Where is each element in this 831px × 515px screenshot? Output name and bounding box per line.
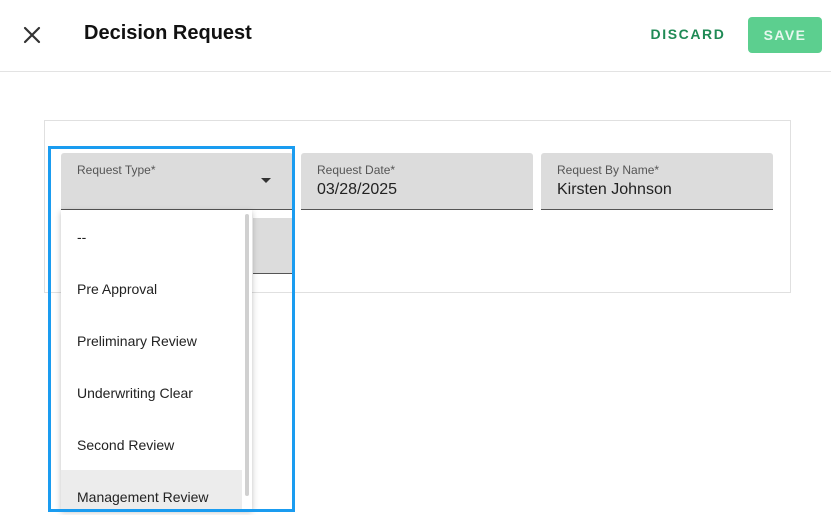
- top-bar: Decision Request DISCARD SAVE: [0, 0, 831, 72]
- request-type-select[interactable]: Request Type*: [61, 153, 293, 210]
- dropdown-arrow-icon: [261, 178, 271, 183]
- request-by-name-value: Kirsten Johnson: [557, 181, 672, 198]
- dropdown-option[interactable]: Underwriting Clear: [61, 366, 242, 418]
- request-by-name-field[interactable]: Request By Name* Kirsten Johnson: [541, 153, 773, 210]
- close-icon[interactable]: [20, 23, 44, 47]
- request-date-label: Request Date*: [317, 163, 396, 177]
- request-by-name-label: Request By Name*: [557, 163, 660, 177]
- page-title: Decision Request: [84, 22, 252, 44]
- dropdown-option[interactable]: Pre Approval: [61, 262, 242, 314]
- request-date-value: 03/28/2025: [317, 181, 398, 198]
- request-date-field[interactable]: Request Date* 03/28/2025: [301, 153, 533, 210]
- dropdown-option[interactable]: Second Review: [61, 418, 242, 470]
- request-type-label: Request Type*: [77, 163, 156, 177]
- dropdown-scrollbar[interactable]: [245, 214, 249, 496]
- dropdown-option[interactable]: Preliminary Review: [61, 314, 242, 366]
- obscured-field[interactable]: [253, 218, 293, 274]
- dropdown-option[interactable]: --: [61, 210, 242, 262]
- save-button[interactable]: SAVE: [748, 17, 822, 53]
- request-type-dropdown-menu: -- Pre Approval Preliminary Review Under…: [61, 210, 252, 510]
- discard-button[interactable]: DISCARD: [646, 26, 730, 42]
- dropdown-option[interactable]: Management Review: [61, 470, 242, 510]
